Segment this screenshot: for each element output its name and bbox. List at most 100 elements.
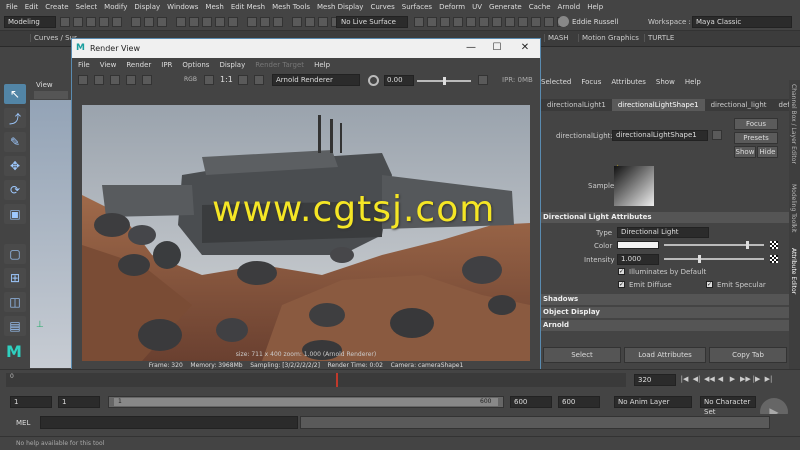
hide-button[interactable]: Hide	[757, 146, 778, 158]
illuminates-by-default-checkbox[interactable]: ✓	[618, 268, 625, 275]
main-menu-select[interactable]: Select	[76, 3, 98, 11]
color-map-icon[interactable]	[770, 241, 778, 249]
intensity-slider[interactable]	[664, 258, 764, 260]
main-menu-windows[interactable]: Windows	[167, 3, 198, 11]
main-menu-curves[interactable]: Curves	[370, 3, 394, 11]
select-component-icon[interactable]	[157, 17, 167, 27]
render-current-icon[interactable]	[453, 17, 463, 27]
rv-menu-render[interactable]: Render	[126, 61, 151, 69]
keep-image-icon[interactable]	[238, 75, 248, 85]
section-directional-light-attributes[interactable]: Directional Light Attributes	[541, 212, 789, 223]
ipr-render-icon[interactable]	[94, 75, 104, 85]
select-button[interactable]: Select	[543, 347, 621, 363]
command-input[interactable]	[40, 416, 298, 429]
light-type-select[interactable]: Directional Light	[617, 227, 709, 238]
snapshot-icon[interactable]	[142, 75, 152, 85]
redo-render-icon[interactable]	[78, 75, 88, 85]
step-forward-frame-button[interactable]: ▶▶	[740, 375, 751, 384]
main-menu-modify[interactable]: Modify	[104, 3, 127, 11]
section-object-display[interactable]: Object Display	[541, 307, 789, 318]
ae-menu-selected[interactable]: Selected	[541, 78, 571, 86]
main-menu-file[interactable]: File	[6, 3, 18, 11]
node-navigation-icon[interactable]	[712, 130, 722, 140]
node-name-field[interactable]: directionalLightShape1	[612, 130, 708, 141]
play-forwards-button[interactable]: ▶	[728, 375, 737, 384]
rv-menu-view[interactable]: View	[100, 61, 117, 69]
load-attributes-button[interactable]: Load Attributes	[624, 347, 706, 363]
color-swatch[interactable]	[617, 241, 659, 249]
workspace-select[interactable]: Maya Classic	[692, 16, 792, 28]
ae-menu-show[interactable]: Show	[656, 78, 675, 86]
render-frame-icon[interactable]	[292, 17, 302, 27]
go-to-end-button[interactable]: ▶|	[764, 375, 773, 384]
paint-select-button[interactable]: ✎	[4, 132, 26, 152]
exposure-icon[interactable]	[368, 75, 379, 86]
snap-grid-icon[interactable]	[176, 17, 186, 27]
animation-start-field[interactable]: 1	[10, 396, 52, 408]
outliner-layout-button[interactable]: ▤	[4, 316, 26, 336]
symmetry-icon[interactable]	[414, 17, 424, 27]
intensity-map-icon[interactable]	[770, 255, 778, 263]
main-menu-mesh-display[interactable]: Mesh Display	[317, 3, 363, 11]
ae-menu-focus[interactable]: Focus	[581, 78, 601, 86]
main-menu-help[interactable]: Help	[587, 3, 603, 11]
rotate-tool-button[interactable]: ⟳	[4, 180, 26, 200]
command-language-label[interactable]: MEL	[16, 419, 30, 427]
maximize-button[interactable]: ☐	[490, 41, 504, 55]
side-tab-attribute-editor[interactable]: Attribute Editor	[790, 248, 797, 294]
side-tab-modeling-toolkit[interactable]: Modeling Toolkit	[790, 184, 797, 232]
sidebar-toggle-icon[interactable]	[531, 17, 541, 27]
select-hierarchy-icon[interactable]	[131, 17, 141, 27]
close-button[interactable]: ✕	[518, 41, 532, 55]
render-view-icon[interactable]	[440, 17, 450, 27]
main-menu-edit-mesh[interactable]: Edit Mesh	[231, 3, 265, 11]
remove-image-icon[interactable]	[254, 75, 264, 85]
side-tab-channel-box[interactable]: Channel Box / Layer Editor	[790, 84, 797, 164]
new-scene-icon[interactable]	[60, 17, 70, 27]
section-shadows[interactable]: Shadows	[541, 294, 789, 305]
snap-curve-icon[interactable]	[189, 17, 199, 27]
ae-tab-directional-light-material[interactable]: directional_light	[705, 99, 773, 111]
animation-end-field[interactable]: 600	[558, 396, 600, 408]
show-button[interactable]: Show	[734, 146, 756, 158]
input-output-icon[interactable]	[260, 17, 270, 27]
step-back-key-button[interactable]: ◀|	[692, 375, 701, 384]
ae-menu-help[interactable]: Help	[685, 78, 701, 86]
exposure-slider-handle[interactable]	[442, 77, 446, 85]
color-slider[interactable]	[664, 244, 764, 246]
minimize-button[interactable]: —	[464, 41, 478, 55]
snap-surface-icon[interactable]	[228, 17, 238, 27]
rv-menu-display[interactable]: Display	[219, 61, 245, 69]
main-menu-surfaces[interactable]: Surfaces	[402, 3, 432, 11]
construction-history-icon[interactable]	[273, 17, 283, 27]
render-settings-icon[interactable]	[318, 17, 328, 27]
emit-specular-checkbox[interactable]: ✓	[706, 281, 713, 288]
rv-menu-options[interactable]: Options	[182, 61, 209, 69]
rv-menu-ipr[interactable]: IPR	[161, 61, 172, 69]
playback-end-field[interactable]: 600	[510, 396, 552, 408]
snap-view-plane-icon[interactable]	[215, 17, 225, 27]
character-set-select[interactable]: No Character Set	[700, 396, 756, 416]
step-back-frame-button[interactable]: ◀◀	[704, 375, 715, 384]
rv-menu-help[interactable]: Help	[314, 61, 330, 69]
go-to-start-button[interactable]: |◀	[680, 375, 689, 384]
rendered-image[interactable]	[82, 105, 530, 361]
real-size-button[interactable]: 1:1	[220, 75, 233, 84]
anim-layer-select[interactable]: No Anim Layer	[614, 396, 692, 408]
redo-icon[interactable]	[112, 17, 122, 27]
rgb-channel-icon[interactable]: RGB	[184, 76, 197, 83]
main-menu-edit[interactable]: Edit	[25, 3, 39, 11]
select-tool-button[interactable]: ↖	[4, 84, 26, 104]
lasso-tool-button[interactable]: ⤴	[4, 108, 26, 128]
ae-menu-attributes[interactable]: Attributes	[611, 78, 646, 86]
emit-diffuse-checkbox[interactable]: ✓	[618, 281, 625, 288]
main-menu-mesh[interactable]: Mesh	[205, 3, 223, 11]
render-region-icon[interactable]	[126, 75, 136, 85]
open-scene-icon[interactable]	[73, 17, 83, 27]
snap-point-icon[interactable]	[202, 17, 212, 27]
main-menu-generate[interactable]: Generate	[489, 3, 522, 11]
history-icon[interactable]	[247, 17, 257, 27]
presets-button[interactable]: Presets	[734, 132, 778, 144]
intensity-slider-handle[interactable]	[697, 255, 701, 263]
main-menu-uv[interactable]: UV	[472, 3, 482, 11]
